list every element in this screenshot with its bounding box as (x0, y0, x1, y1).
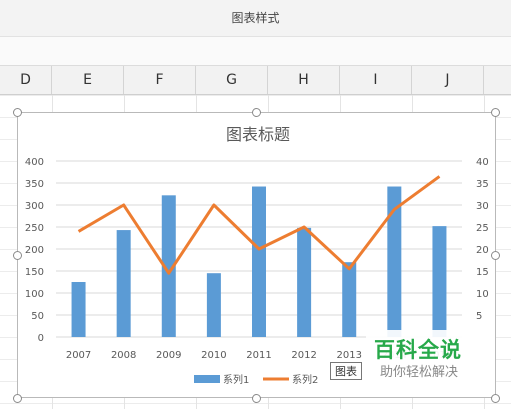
y-right-tick-label: 15 (476, 267, 489, 278)
bar-2008 (116, 230, 131, 337)
y-right-tick-label: 30 (476, 201, 489, 212)
resize-handle-top-right[interactable] (491, 108, 500, 117)
x-tick-label: 2012 (291, 350, 316, 361)
bar-2007 (71, 282, 86, 337)
y-left-tick-label: 300 (25, 201, 44, 212)
y-left-tick-label: 100 (25, 289, 44, 300)
column-header-g[interactable]: G (196, 66, 268, 94)
x-tick-label: 2007 (66, 350, 91, 361)
y-right-tick-label: 35 (476, 179, 489, 190)
column-header-e[interactable]: E (52, 66, 124, 94)
resize-handle-bottom-left[interactable] (13, 394, 22, 403)
resize-handle-bottom-right[interactable] (491, 394, 500, 403)
bar-2015 (432, 226, 447, 337)
x-tick-label: 2013 (336, 350, 361, 361)
chart-title: 图表标题 (226, 125, 290, 144)
formula-bar[interactable] (0, 37, 511, 66)
resize-handle-left[interactable] (13, 251, 22, 260)
column-header-j[interactable]: J (412, 66, 484, 94)
resize-handle-top-left[interactable] (13, 108, 22, 117)
column-header-row: D E F G H I J (0, 66, 511, 95)
chart-style-tab-label[interactable]: 图表样式 (0, 9, 511, 26)
column-header-k[interactable] (484, 66, 511, 94)
resize-handle-top[interactable] (252, 108, 261, 117)
y-right-tick-label: 40 (476, 157, 489, 168)
column-header-f[interactable]: F (124, 66, 196, 94)
x-tick-label: 2008 (111, 350, 136, 361)
bar-2011 (252, 186, 266, 337)
ribbon-tab-bar: 图表样式 (0, 0, 511, 37)
y-left-tick-label: 400 (25, 157, 44, 168)
y-right-tick-label: 20 (476, 245, 489, 256)
resize-handle-bottom[interactable] (252, 394, 261, 403)
y-left-tick-label: 50 (31, 311, 44, 322)
y-right-tick-label: 25 (476, 223, 489, 234)
watermark: 百科全说 助你轻松解决 (366, 330, 478, 384)
column-header-d[interactable]: D (0, 66, 52, 94)
watermark-title: 百科全说 (374, 338, 462, 362)
y-left-tick-label: 200 (25, 245, 44, 256)
y-left-tick-label: 250 (25, 223, 44, 234)
y-right-tick-label: 10 (476, 289, 489, 300)
chart-tooltip: 图表 (330, 362, 362, 380)
legend-series1-swatch (194, 375, 220, 383)
x-tick-label: 2010 (201, 350, 226, 361)
column-header-i[interactable]: I (340, 66, 412, 94)
y-left-tick-label: 350 (25, 179, 44, 190)
x-tick-label: 2009 (156, 350, 181, 361)
x-tick-label: 2011 (246, 350, 271, 361)
bar-2013 (342, 262, 357, 337)
y-left-tick-label: 0 (38, 333, 44, 344)
y-left-tick-label: 150 (25, 267, 44, 278)
column-header-h[interactable]: H (268, 66, 340, 94)
resize-handle-right[interactable] (491, 251, 500, 260)
legend-series1-label: 系列1 (223, 373, 249, 386)
y-right-tick-label: 5 (476, 311, 482, 322)
legend-series2-label: 系列2 (292, 373, 318, 386)
bar-2012 (297, 227, 312, 337)
bar-2010 (206, 273, 221, 337)
watermark-subtitle: 助你轻松解决 (380, 365, 459, 380)
